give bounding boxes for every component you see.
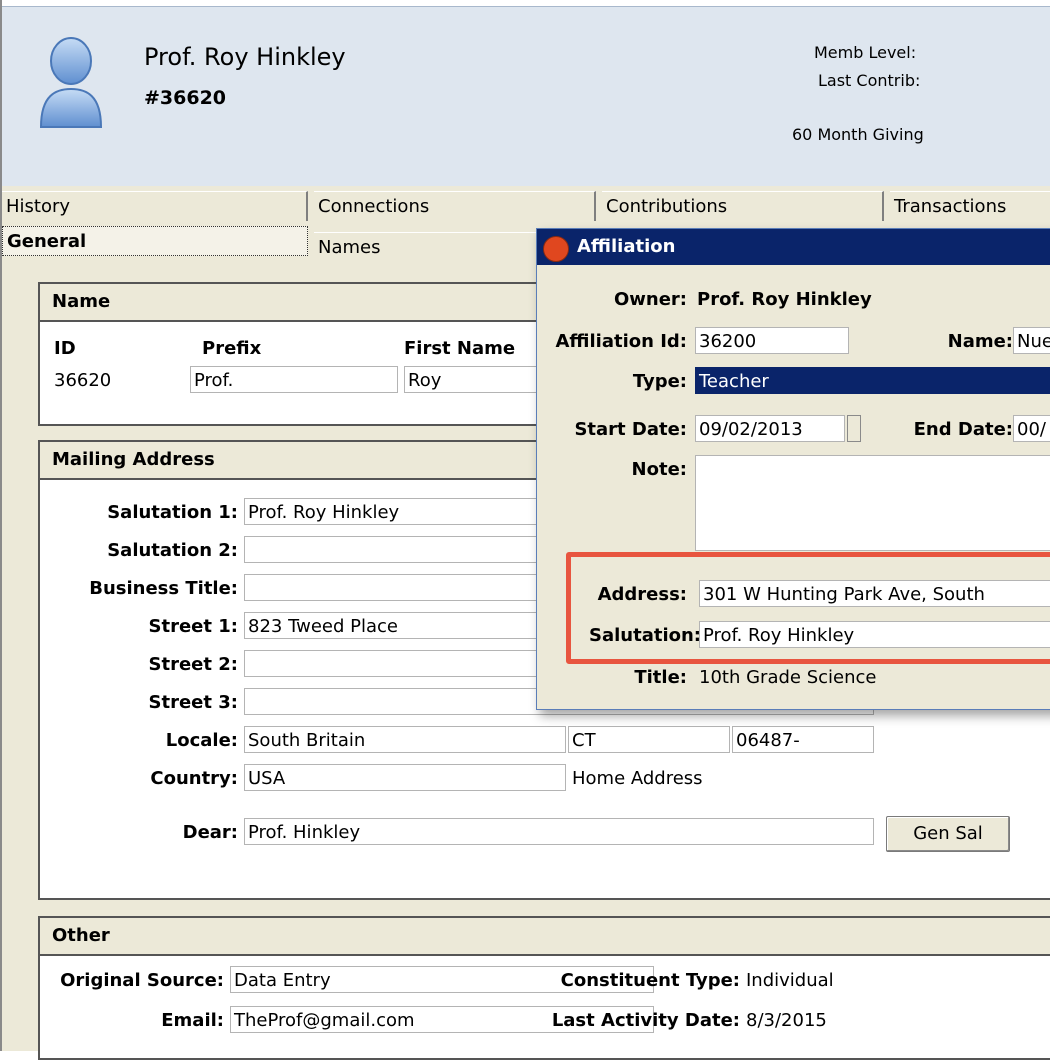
constituent-name: Prof. Roy Hinkley [144,43,346,71]
last-contrib-label: Last Contrib: [818,71,921,90]
id-label: ID [54,338,76,359]
title-label: Title: [634,667,687,688]
end-date-field[interactable]: 00/ [1013,415,1050,442]
end-date-label: End Date: [913,419,1013,440]
business-title-label: Business Title: [89,578,238,599]
prefix-field[interactable]: Prof. [190,366,398,393]
type-label: Type: [632,371,687,392]
tab-general[interactable]: General [2,226,308,256]
owner-value: Prof. Roy Hinkley [697,289,872,310]
title-value: 10th Grade Science [699,667,877,688]
country-field[interactable]: USA [244,764,566,791]
salutation1-label: Salutation 1: [107,502,238,523]
affiliation-id-label: Affiliation Id: [555,331,688,352]
start-date-label: Start Date: [574,419,687,440]
constituent-type-value: Individual [746,970,834,991]
affiliation-name-field[interactable]: Nue [1013,327,1050,354]
salutation2-label: Salutation 2: [107,540,238,561]
country-label: Country: [150,768,238,789]
start-date-picker-button[interactable] [847,415,861,442]
affiliation-dialog-title: Affiliation [537,229,1050,265]
tab-names[interactable]: Names [314,232,540,262]
first-name-field[interactable]: Roy [404,366,544,393]
app-logo-icon [543,236,569,262]
affiliation-name-label: Name: [947,331,1013,352]
original-source-label: Original Source: [60,970,224,991]
constituent-number: #36620 [144,87,227,109]
prefix-label: Prefix [202,338,262,359]
last-activity-date-value: 8/3/2015 [746,1010,827,1031]
tab-transactions[interactable]: Transactions [890,191,1050,221]
id-value: 36620 [54,370,112,391]
first-name-label: First Name [404,338,516,359]
street2-label: Street 2: [148,654,238,675]
locale-city-field[interactable]: South Britain [244,726,566,753]
dear-field[interactable]: Prof. Hinkley [244,818,874,845]
owner-label: Owner: [613,289,687,310]
address-type-label: Home Address [572,768,703,789]
affiliation-title-text: Affiliation [577,236,676,257]
start-date-field[interactable]: 09/02/2013 [695,415,845,442]
gen-sal-button[interactable]: Gen Sal [886,816,1010,852]
street3-label: Street 3: [148,692,238,713]
last-activity-date-label: Last Activity Date: [551,1010,740,1031]
memb-level-label: Memb Level: [814,43,917,62]
locale-label: Locale: [165,730,238,751]
locale-zip-field[interactable]: 06487- [732,726,874,753]
person-avatar-icon [39,37,103,128]
constituent-type-label: Constituent Type: [560,970,740,991]
note-textarea[interactable] [695,455,1050,551]
email-label: Email: [161,1010,224,1031]
other-panel: Other Original Source: Data Entry Consti… [38,916,1050,1060]
other-panel-title: Other [40,918,1050,956]
tab-contributions[interactable]: Contributions [602,191,884,221]
tab-history[interactable]: History [2,191,308,221]
street1-label: Street 1: [148,616,238,637]
note-label: Note: [631,459,687,480]
constituent-header: Prof. Roy Hinkley #36620 Memb Level: Las… [2,6,1050,191]
constituent-window: Prof. Roy Hinkley #36620 Memb Level: Las… [0,0,1050,1060]
tab-connections[interactable]: Connections [314,191,596,221]
giving-label: 60 Month Giving [792,125,924,144]
type-select[interactable]: Teacher [695,367,1050,394]
highlight-annotation-box [566,552,1050,664]
dear-label: Dear: [182,822,238,843]
locale-state-field[interactable]: CT [568,726,730,753]
affiliation-id-field[interactable]: 36200 [695,327,849,354]
